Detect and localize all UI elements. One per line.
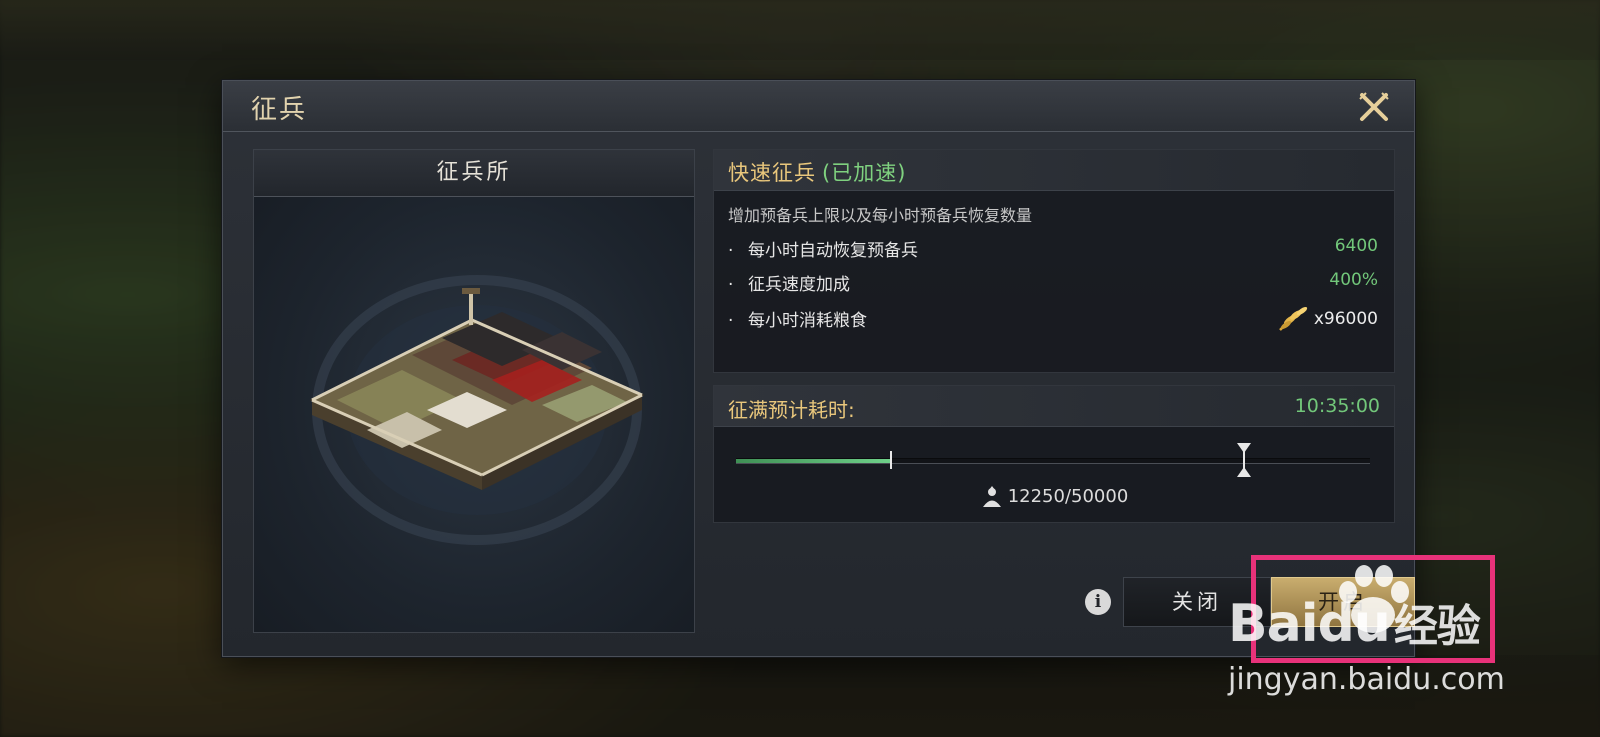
grain-icon [1278,306,1307,331]
troop-count: 12250/50000 [714,486,1394,508]
stat-row-speed: · 征兵速度加成 400% [728,270,1378,298]
grain-cost-value: x96000 [1313,309,1378,329]
quick-recruit-label: 快速征兵 [728,161,816,185]
stat-bullet: · [728,241,734,261]
stat-value: 6400 [1334,236,1378,256]
stat-value: x96000 [1276,306,1378,332]
stat-label: 每小时消耗粮食 [748,311,867,331]
troop-count-value: 12250/50000 [1007,486,1129,507]
recruit-time-label: 征满预计耗时: [728,398,855,422]
baidu-watermark: Baidu经验 jingyan.baidu.com [1228,565,1528,700]
watermark-url: jingyan.baidu.com [1228,662,1505,697]
quick-recruit-panel: 快速征兵 (已加速) 增加预备兵上限以及每小时预备兵恢复数量 · 每小时自动恢复预备… [713,149,1395,373]
dialog-title: 征兵 [251,95,308,125]
recruit-slider[interactable] [736,443,1370,477]
logo-du: du [1317,594,1391,654]
quick-recruit-header: 快速征兵 (已加速) [714,150,1394,191]
slider-max-marker-icon[interactable] [1237,443,1252,477]
slider-fill [736,459,892,463]
quick-recruit-description: 增加预备兵上限以及每小时预备兵恢复数量 [728,206,1033,225]
dialog-header: 征兵 [223,81,1414,132]
stat-label: 征兵速度加成 [748,275,850,295]
accelerated-badge: (已加速) [822,161,907,185]
stat-value: 400% [1329,270,1378,290]
stat-bullet: · [728,311,734,331]
logo-bai: Bai [1228,594,1319,654]
recruit-time-header: 征满预计耗时: 10:35:00 [714,386,1394,427]
building-panel: 征兵所 [253,149,695,633]
soldier-icon [982,486,1001,507]
recruit-time-value: 10:35:00 [1294,395,1380,417]
recruit-time-panel: 征满预计耗时: 10:35:00 12250/50000 [713,385,1395,523]
close-x-icon[interactable] [1356,89,1392,125]
stat-label: 每小时自动恢复预备兵 [748,241,918,261]
slider-handle[interactable] [890,451,893,469]
baidu-logo: Baidu经验 [1228,590,1481,654]
quick-recruit-title: 快速征兵 (已加速) [728,157,906,187]
stat-bullet: · [728,275,734,295]
recruitment-camp-image [309,275,645,545]
stat-row-recovery: · 每小时自动恢复预备兵 6400 [728,236,1378,264]
logo-jingyan: 经验 [1393,601,1481,652]
info-icon[interactable]: i [1085,589,1111,615]
stat-row-grain: · 每小时消耗粮食 x96000 [728,306,1378,334]
building-name: 征兵所 [254,150,694,197]
